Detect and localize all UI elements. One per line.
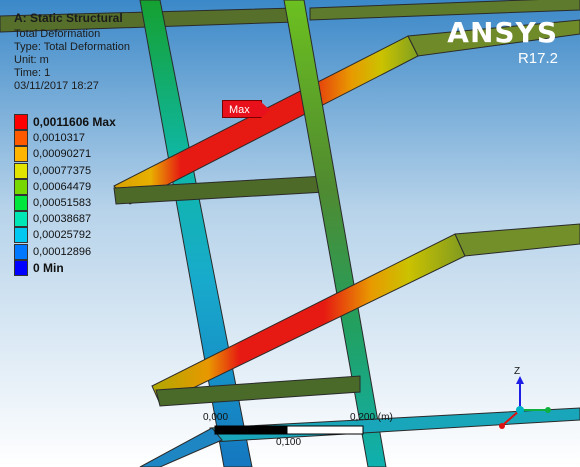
- result-type: Type: Total Deformation: [14, 41, 130, 53]
- analysis-title: A: Static Structural: [14, 11, 123, 25]
- scale-left-label: 0,000: [203, 412, 229, 423]
- legend-row: 0,0010317: [14, 130, 85, 147]
- legend-row: 0,00025792: [14, 227, 92, 244]
- legend-value: 0,00077375: [33, 164, 92, 177]
- legend-row: 0,00038687: [14, 211, 92, 228]
- legend-value: 0,0010317: [33, 132, 85, 145]
- ansys-logo: ANSYS R17.2: [447, 18, 558, 68]
- legend-swatch: [14, 227, 28, 244]
- scale-bar-white: [286, 425, 364, 435]
- scale-bar-black: [215, 426, 287, 434]
- result-unit: Unit: m: [14, 54, 49, 66]
- legend-value: 0,00064479: [33, 180, 92, 193]
- legend-value: 0,00051583: [33, 197, 92, 209]
- legend-row: 0,00090271: [14, 146, 92, 163]
- legend-value: 0,0011606 Max: [33, 115, 116, 129]
- legend-row: 0 Min: [14, 259, 64, 276]
- legend-value: 0,00025792: [33, 229, 92, 242]
- legend-swatch: [14, 259, 28, 276]
- legend-value: 0,00090271: [33, 148, 92, 161]
- legend-row: 0,0011606 Max: [14, 114, 116, 130]
- legend-value: 0,00038687: [33, 213, 92, 226]
- result-date: 03/11/2017 18:27: [14, 80, 99, 92]
- legend-row: 0,00077375: [14, 162, 92, 179]
- legend-value: 0 Min: [33, 260, 64, 275]
- scale-mid-label: 0,100: [276, 437, 302, 448]
- result-time: Time: 1: [14, 67, 51, 79]
- scale-right-label: 0,200 (m): [350, 412, 393, 423]
- legend-swatch: [14, 146, 28, 163]
- legend-swatch: [14, 211, 28, 228]
- legend-row: 0,00012896: [14, 243, 92, 260]
- legend-swatch: [14, 162, 28, 179]
- legend-swatch: [14, 243, 28, 260]
- brand-name: ANSYS: [447, 16, 558, 49]
- result-name: Total Deformation: [14, 28, 101, 40]
- brand-version: R17.2: [517, 50, 558, 67]
- legend-swatch: [14, 178, 28, 195]
- legend-row: 0,00064479: [14, 178, 92, 195]
- legend-swatch: [14, 130, 28, 147]
- legend-value: 0,00012896: [33, 245, 92, 258]
- legend-swatch: [14, 114, 28, 130]
- legend-swatch: [14, 195, 28, 211]
- triad-z-label: Z: [514, 366, 521, 377]
- max-probe-label[interactable]: Max: [222, 100, 270, 118]
- legend-row: 0,00051583: [14, 195, 91, 211]
